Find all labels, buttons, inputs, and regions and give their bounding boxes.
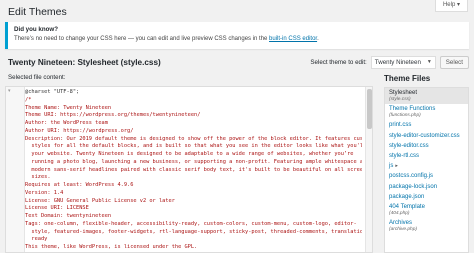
code-line[interactable]: modern sans-serif headlines paired with … <box>25 167 362 175</box>
theme-file-label: Archives <box>389 220 413 227</box>
code-line[interactable]: Tags: one-column, flexible-header, acces… <box>25 221 362 229</box>
code-line-text: This theme, like WordPress, is licensed … <box>25 244 198 250</box>
code-line[interactable]: Theme URI: https://wordpress.org/themes/… <box>25 112 362 120</box>
theme-file-sublabel: (style.css) <box>389 97 411 103</box>
notice-text-suffix: . <box>317 36 319 42</box>
notice-text-prefix: There’s no need to change your CSS here … <box>14 36 270 42</box>
notice-text: There’s no need to change your CSS here … <box>14 34 463 45</box>
theme-file-item[interactable]: print.css <box>385 120 468 130</box>
theme-file-item[interactable]: style-rtl.css <box>385 151 468 161</box>
code-editor[interactable]: ▾ @charset "UTF-8";/* Theme Name: Twenty … <box>5 86 373 253</box>
code-line-text: Theme URI: https://wordpress.org/themes/… <box>25 112 201 119</box>
code-line[interactable]: Requires at least: WordPress 4.9.6 <box>25 182 362 190</box>
code-line[interactable]: @charset "UTF-8"; <box>25 89 362 97</box>
editor-scrollbar[interactable] <box>365 87 372 252</box>
code-line-text: Version: 1.4 <box>25 189 64 196</box>
code-line-text: styles for all the default blocks, and i… <box>25 143 362 150</box>
editor-gutter: ▾ <box>6 87 25 252</box>
theme-file-label: Stylesheet <box>389 90 418 96</box>
select-theme-button[interactable]: Select <box>439 56 469 69</box>
code-line[interactable]: Text Domain: twentynineteen <box>25 213 362 221</box>
code-line[interactable]: Author: the WordPress team <box>25 120 362 128</box>
code-line[interactable]: License: GNU General Public License v2 o… <box>25 198 362 206</box>
theme-file-label: package.json <box>389 193 425 200</box>
code-line-text: Author: the WordPress team <box>25 120 108 126</box>
code-line[interactable]: ready <box>25 236 362 244</box>
code-line-text: Text Domain: twentynineteen <box>25 213 112 219</box>
code-line[interactable]: running a photo blog, launching a new bu… <box>25 159 362 167</box>
theme-file-item[interactable]: 404 Template (404.php) <box>385 202 468 218</box>
code-line-text: your website. Twenty Nineteen is designe… <box>25 151 354 157</box>
theme-file-sublabel: (functions.php) <box>389 113 421 119</box>
code-line-text: modern sans-serif headlines paired with … <box>25 166 362 173</box>
editor-scrollbar-thumb[interactable] <box>367 89 372 129</box>
code-line-text: style, featured-images, footer-widgets, … <box>25 228 362 235</box>
theme-folder-item[interactable]: js ▸ <box>385 161 468 171</box>
code-line-text: running a photo blog, launching a new bu… <box>25 158 362 165</box>
theme-file-label: 404 Template <box>389 204 425 211</box>
theme-file-item[interactable]: Theme Functions (functions.php) <box>385 104 468 120</box>
code-line-text: License URI: LICENSE <box>25 205 89 212</box>
theme-file-item[interactable]: package.json <box>385 192 468 202</box>
code-line-text: /* <box>25 96 32 103</box>
theme-file-label: Theme Functions <box>389 106 436 113</box>
code-line[interactable]: This theme, like WordPress, is licensed … <box>25 244 362 252</box>
theme-files-panel: Theme Files Stylesheet (style.css) Theme F… <box>384 74 469 253</box>
theme-file-item[interactable]: Archives (archive.php) <box>385 218 468 234</box>
theme-select-form: Select theme to edit: Twenty Nineteen ▼ … <box>310 56 469 69</box>
code-line[interactable]: License URI: LICENSE <box>25 205 362 213</box>
expand-arrow-icon[interactable]: ▸ <box>395 163 398 169</box>
code-content[interactable]: @charset "UTF-8";/* Theme Name: Twenty Ni… <box>25 89 362 252</box>
code-line-text: Theme Name: Twenty Nineteen <box>25 104 112 111</box>
theme-select-label: Select theme to edit: <box>310 59 367 66</box>
theme-file-label: style-editor.css <box>389 142 429 149</box>
theme-file-label: style-editor-customizer.css <box>389 132 460 139</box>
theme-file-label: style-rtl.css <box>389 153 419 160</box>
theme-file-item[interactable]: package-lock.json <box>385 182 468 192</box>
theme-files-list[interactable]: Stylesheet (style.css) Theme Functions (fun… <box>384 87 469 253</box>
code-line[interactable]: your website. Twenty Nineteen is designe… <box>25 151 362 159</box>
code-line-text: License: GNU General Public License v2 o… <box>25 197 175 204</box>
theme-file-sublabel: (404.php) <box>389 211 410 217</box>
code-line[interactable]: Theme Name: Twenty Nineteen <box>25 105 362 113</box>
theme-select-value: Twenty Nineteen <box>374 59 421 66</box>
help-tab[interactable]: Help ▾ <box>434 0 468 12</box>
code-line-text: ready <box>25 236 48 243</box>
page-title: Edit Themes <box>8 6 67 18</box>
theme-file-label: package-lock.json <box>389 183 438 190</box>
theme-file-item[interactable]: style-editor.css <box>385 141 468 151</box>
css-editor-link[interactable]: built-in CSS editor <box>269 36 317 42</box>
code-line-text: Description: Our 2019 default theme is d… <box>25 135 362 142</box>
code-line[interactable]: styles for all the default blocks, and i… <box>25 143 362 151</box>
code-line-text: sizes. <box>25 174 51 181</box>
theme-file-item[interactable]: style-editor-customizer.css <box>385 131 468 141</box>
theme-file-item[interactable]: Stylesheet (style.css) <box>385 88 468 105</box>
fold-arrow-icon[interactable]: ▾ <box>8 88 11 94</box>
code-line[interactable]: /* <box>25 97 362 105</box>
theme-file-label: print.css <box>389 122 412 129</box>
code-line[interactable]: Author URI: https://wordpress.org/ <box>25 128 362 136</box>
selected-file-label: Selected file content: <box>8 74 66 81</box>
theme-file-label: postcss.config.js <box>389 173 434 180</box>
code-line-text: Author URI: https://wordpress.org/ <box>25 127 134 134</box>
theme-files-title: Theme Files <box>384 74 431 83</box>
code-line[interactable]: Version: 1.4 <box>25 190 362 198</box>
code-line[interactable]: sizes. <box>25 174 362 182</box>
code-line[interactable]: Description: Our 2019 default theme is d… <box>25 136 362 144</box>
code-line-text: Requires at least: WordPress 4.9.6 <box>25 182 134 188</box>
theme-file-item[interactable]: postcss.config.js <box>385 171 468 181</box>
code-line-text: @charset "UTF-8"; <box>25 89 80 95</box>
code-line[interactable]: style, featured-images, footer-widgets, … <box>25 229 362 237</box>
theme-file-label: js <box>389 163 394 170</box>
info-notice: Did you know? There’s no need to change … <box>5 22 469 49</box>
code-line-text: Tags: one-column, flexible-header, acces… <box>25 220 357 227</box>
chevron-down-icon: ▼ <box>426 59 432 65</box>
file-heading: Twenty Nineteen: Stylesheet (style.css) <box>8 58 161 67</box>
theme-select-dropdown[interactable]: Twenty Nineteen ▼ <box>370 56 436 69</box>
theme-file-sublabel: (archive.php) <box>389 227 417 233</box>
notice-title: Did you know? <box>14 26 58 33</box>
